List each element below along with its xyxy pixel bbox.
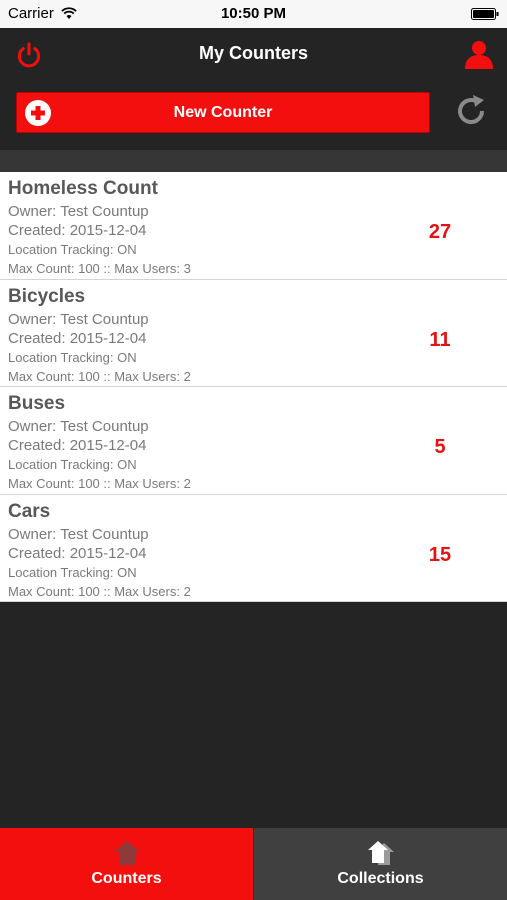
counter-tracking: Location Tracking: ON bbox=[8, 242, 137, 257]
collections-icon bbox=[367, 841, 394, 865]
list-header-band bbox=[0, 150, 507, 172]
counter-limits: Max Count: 100 :: Max Users: 2 bbox=[8, 476, 191, 491]
nav-header: My Counters bbox=[0, 28, 507, 80]
new-counter-button[interactable]: New Counter bbox=[16, 92, 430, 133]
counter-created: Created: 2015-12-04 bbox=[8, 544, 147, 562]
tab-counters-label: Counters bbox=[91, 870, 162, 887]
battery-icon bbox=[471, 8, 499, 20]
counter-tracking: Location Tracking: ON bbox=[8, 457, 137, 472]
counter-name: Buses bbox=[8, 393, 66, 414]
counter-owner: Owner: Test Countup bbox=[8, 418, 149, 435]
counter-row-bicycles[interactable]: Bicycles Owner: Test Countup Created: 20… bbox=[0, 279, 507, 387]
new-counter-label: New Counter bbox=[173, 104, 273, 121]
counter-name: Cars bbox=[8, 500, 51, 522]
toolbar: New Counter bbox=[0, 80, 507, 150]
counter-tracking: Location Tracking: ON bbox=[8, 564, 137, 580]
tab-collections[interactable]: Collections bbox=[254, 828, 507, 900]
counter-row-buses[interactable]: Buses Owner: Test Countup Created: 2015-… bbox=[0, 387, 507, 495]
counter-owner: Owner: Test Countup bbox=[8, 310, 149, 328]
page-title: My Counters bbox=[198, 43, 308, 63]
counter-limits: Max Count: 100 :: Max Users: 2 bbox=[8, 368, 191, 384]
tab-bar: Counters Collections bbox=[0, 828, 507, 900]
counter-created: Created: 2015-12-04 bbox=[8, 329, 147, 347]
refresh-icon[interactable] bbox=[452, 92, 490, 130]
profile-icon[interactable] bbox=[464, 39, 494, 69]
counter-count: 27 bbox=[428, 221, 452, 243]
status-time: 10:50 PM bbox=[220, 5, 287, 22]
tab-collections-label: Collections bbox=[337, 870, 424, 887]
counter-created: Created: 2015-12-04 bbox=[8, 437, 147, 454]
tab-counters[interactable]: Counters bbox=[0, 828, 253, 900]
home-icon bbox=[113, 841, 140, 865]
counter-count: 15 bbox=[428, 543, 452, 566]
counters-list: Homeless Count Owner: Test Countup Creat… bbox=[0, 172, 507, 602]
counter-row-homeless-count[interactable]: Homeless Count Owner: Test Countup Creat… bbox=[0, 172, 507, 280]
counter-name: Bicycles bbox=[8, 285, 86, 307]
counter-row-cars[interactable]: Cars Owner: Test Countup Created: 2015-1… bbox=[0, 494, 507, 602]
counter-owner: Owner: Test Countup bbox=[8, 525, 149, 543]
status-bar: Carrier 10:50 PM bbox=[0, 0, 507, 28]
counter-tracking: Location Tracking: ON bbox=[8, 349, 137, 365]
counter-count: 5 bbox=[434, 436, 446, 458]
counter-created: Created: 2015-12-04 bbox=[8, 222, 147, 239]
counter-limits: Max Count: 100 :: Max Users: 3 bbox=[8, 261, 191, 276]
counter-count: 11 bbox=[429, 328, 451, 351]
counter-name: Homeless Count bbox=[8, 178, 158, 199]
counter-owner: Owner: Test Countup bbox=[8, 203, 149, 220]
counter-limits: Max Count: 100 :: Max Users: 2 bbox=[8, 583, 191, 599]
